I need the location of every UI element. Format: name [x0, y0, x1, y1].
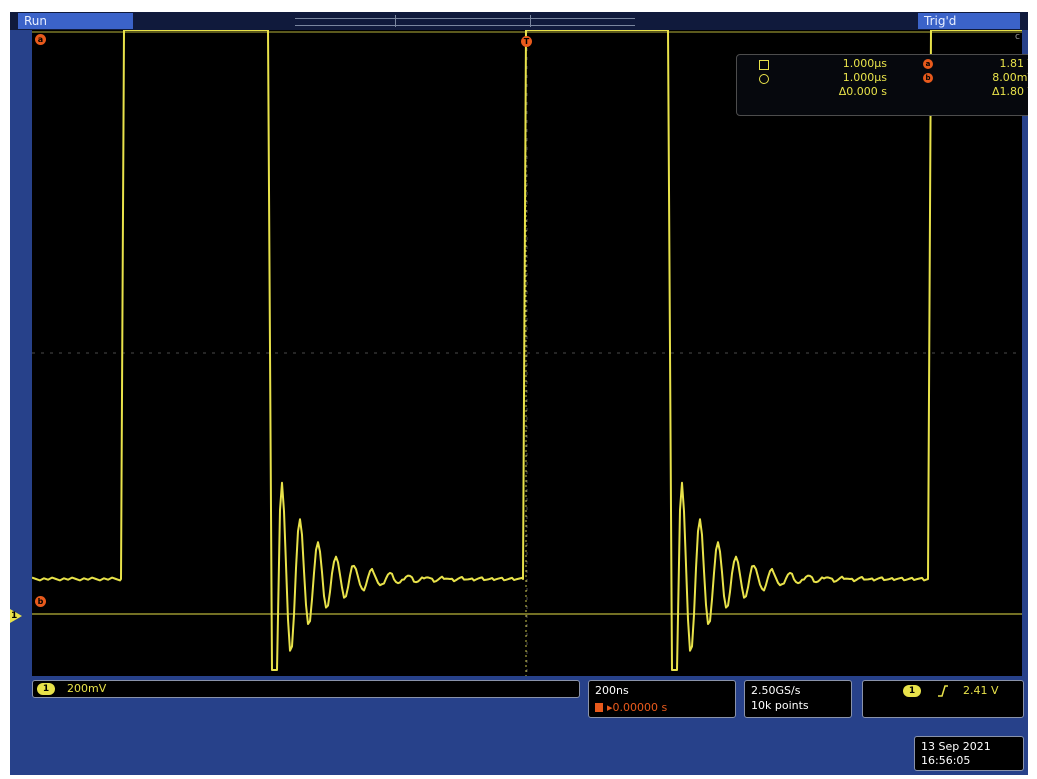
top-status-bar: Run Trig'd: [10, 12, 1028, 30]
date-time-readout: 13 Sep 2021 16:56:05: [914, 736, 1024, 771]
channel-1-badge: 1: [37, 683, 55, 695]
cursor-readout-panel: 1.000µs a 1.81 V 1.000µs b 8.00mV Δ0.000…: [736, 54, 1028, 116]
trigger-readout[interactable]: 1 2.41 V: [862, 680, 1024, 718]
cursor-a-marker[interactable]: a: [35, 34, 46, 45]
trigger-channel-badge: 1: [903, 685, 921, 697]
record-strip-tick: [530, 15, 531, 27]
record-view-strip: [295, 15, 635, 27]
record-length-value: 10k points: [751, 699, 809, 712]
acquisition-readout[interactable]: 2.50GS/s 10k points: [744, 680, 852, 718]
cursor-a-badge: a: [923, 59, 933, 69]
horizontal-scale-value: 200ns: [595, 684, 629, 697]
trigger-status-indicator[interactable]: Trig'd: [918, 13, 1020, 29]
cursor-a-voltage: 1.81 V: [999, 57, 1028, 70]
date-value: 13 Sep 2021: [921, 740, 991, 753]
cursor-b-time: 1.000µs: [842, 71, 887, 84]
oscilloscope-display: Run Trig'd a b T c 1.000µs a 1.81 V: [10, 12, 1028, 775]
waveform-graticule[interactable]: a b T c 1.000µs a 1.81 V 1.000µs b 8.00m…: [32, 30, 1028, 676]
record-strip-tick: [395, 15, 396, 27]
cursor-a-time: 1.000µs: [842, 57, 887, 70]
trigger-level-value: 2.41 V: [963, 684, 999, 697]
cursor-b-voltage: 8.00mV: [992, 71, 1028, 84]
horizontal-position-value: ▸0.00000 s: [607, 701, 668, 714]
time-value: 16:56:05: [921, 754, 971, 767]
right-edge-label: c: [1015, 32, 1020, 42]
horizontal-scale-readout[interactable]: 200ns ▸0.00000 s: [588, 680, 736, 718]
cursor-b-marker[interactable]: b: [35, 596, 46, 607]
run-status-indicator[interactable]: Run: [18, 13, 133, 29]
waveform-canvas: [32, 30, 1022, 676]
square-cursor-icon: [759, 60, 769, 70]
vertical-scale-value: 200mV: [67, 682, 107, 695]
vertical-scale-readout[interactable]: 1 200mV: [32, 680, 580, 698]
delta-time-readout: Δ0.000 s: [838, 85, 887, 98]
cursor-b-badge: b: [923, 73, 933, 83]
delta-voltage-readout: Δ1.80 V: [991, 85, 1028, 98]
trigger-position-marker[interactable]: T: [521, 36, 532, 47]
sample-rate-value: 2.50GS/s: [751, 684, 801, 697]
circle-cursor-icon: [759, 74, 769, 84]
rising-edge-icon: [938, 685, 948, 697]
channel-1-ground-label: 1: [11, 611, 18, 621]
channel-1-trace: [32, 30, 1022, 671]
position-orange-icon: [595, 703, 603, 712]
